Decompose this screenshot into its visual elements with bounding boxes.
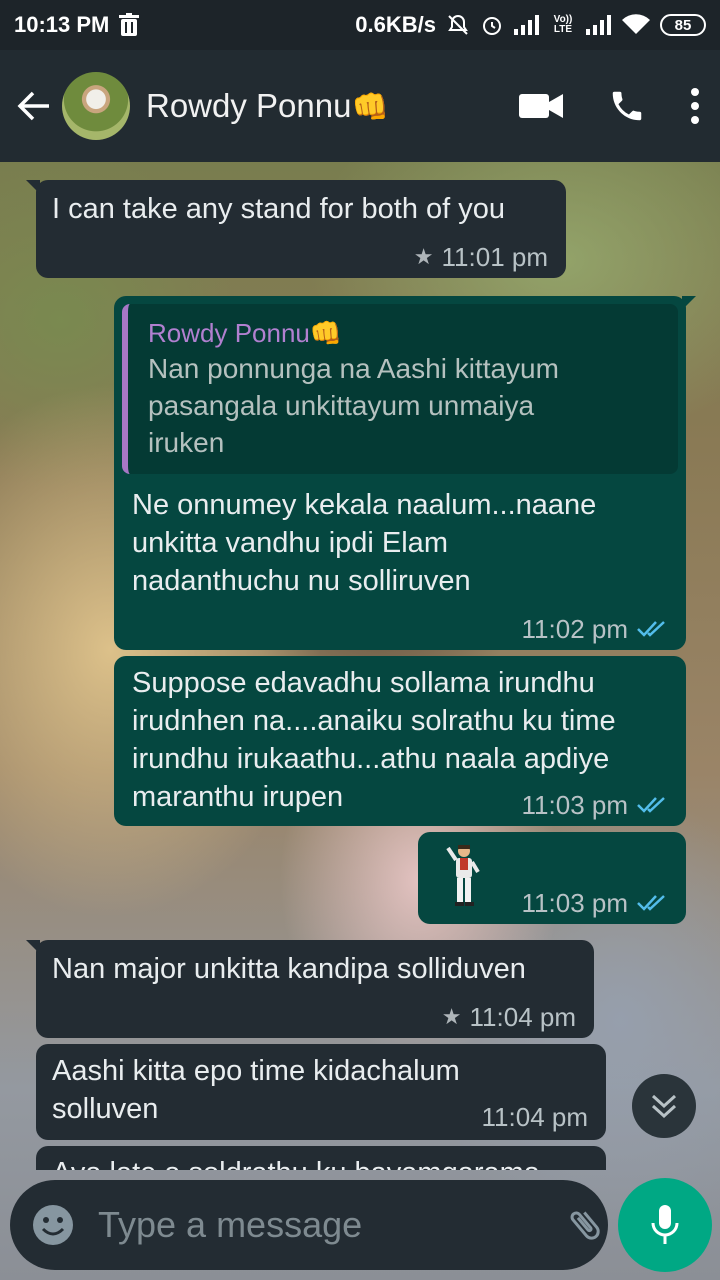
quoted-message[interactable]: Rowdy Ponnu👊 Nan ponnunga na Aashi kitta…: [122, 304, 678, 474]
message-time: 11:01 pm: [441, 242, 548, 272]
message-line: Suppose edavadhu sollama irundhu: [132, 667, 595, 699]
more-vert-icon: [691, 88, 699, 124]
voice-record-button[interactable]: [618, 1178, 712, 1272]
status-time: 10:13 PM: [14, 12, 110, 37]
phone-icon: [612, 91, 642, 121]
network-speed: 0.6KB/s: [355, 12, 436, 37]
battery-indicator: 85: [660, 14, 706, 36]
dancing-man-sticker: [446, 842, 482, 918]
back-button[interactable]: [14, 86, 54, 126]
back-arrow-icon: [17, 91, 49, 121]
message-input[interactable]: [96, 1203, 565, 1247]
chat-header: Rowdy Ponnu👊: [0, 50, 720, 162]
signal-2-icon: [586, 15, 612, 35]
message-outgoing[interactable]: Suppose edavadhu sollama irundhu irudnhe…: [114, 656, 686, 826]
contact-emoji: 👊: [351, 91, 389, 124]
attach-icon[interactable]: [565, 1197, 605, 1253]
scroll-to-bottom-button[interactable]: [632, 1074, 696, 1138]
emoji-icon[interactable]: [32, 1197, 74, 1253]
contact-name-text: Rowdy Ponnu: [146, 87, 352, 124]
message-time: 11:04 pm: [469, 1002, 576, 1032]
message-time: 11:02 pm: [521, 614, 628, 644]
message-incoming[interactable]: I can take any stand for both of you ★ 1…: [26, 180, 566, 278]
quote-line: iruken: [148, 427, 225, 458]
message-outgoing-sticker[interactable]: 11:03 pm: [418, 832, 686, 924]
star-icon: ★: [441, 1004, 462, 1029]
mute-icon: [446, 13, 470, 37]
signal-icon: [514, 15, 540, 35]
alarm-icon: [480, 13, 504, 37]
contact-name[interactable]: Rowdy Ponnu👊: [146, 87, 389, 125]
video-camera-icon: [519, 94, 563, 118]
message-line: Ne onnumey kekala naalum...naane: [132, 489, 597, 521]
microphone-icon: [651, 1205, 679, 1244]
wifi-icon: [622, 14, 650, 36]
double-chevron-down-icon: [651, 1094, 677, 1119]
message-incoming[interactable]: Nan major unkitta kandipa solliduven ★ 1…: [26, 940, 594, 1038]
video-call-button[interactable]: [498, 76, 584, 136]
message-line: irundhu irukaathu...athu naala apdiye: [132, 743, 610, 775]
message-line: irudnhen na....anaiku solrathu ku time: [132, 705, 616, 737]
volte-badge: Vo)) LTE: [553, 14, 573, 35]
message-time: 11:03 pm: [521, 790, 628, 820]
quote-author: Rowdy Ponnu👊: [148, 318, 343, 348]
quote-line: pasangala unkittayum unmaiya: [148, 390, 535, 421]
quote-line: Nan ponnunga na Aashi kittayum: [148, 353, 559, 384]
voice-call-button[interactable]: [584, 76, 670, 136]
message-composer: [10, 1180, 658, 1270]
message-time: 11:03 pm: [521, 888, 628, 918]
message-time: 11:04 pm: [481, 1102, 588, 1132]
message-line: solluven: [52, 1093, 159, 1125]
double-check-icon: [636, 893, 668, 913]
message-text: Ava late a soldrathu ku bayamgarama: [52, 1154, 540, 1170]
message-text: I can take any stand for both of you: [52, 193, 506, 225]
message-line: Aashi kitta epo time kidachalum: [52, 1055, 460, 1087]
avatar[interactable]: [62, 72, 130, 140]
message-incoming-partial[interactable]: Ava late a soldrathu ku bayamgarama: [36, 1146, 606, 1170]
trash-icon: [119, 13, 140, 37]
status-bar: 10:13 PM 0.6KB/s Vo)) LTE 85: [0, 0, 720, 50]
more-options-button[interactable]: [670, 76, 720, 136]
message-incoming[interactable]: Aashi kitta epo time kidachalum solluven…: [36, 1044, 606, 1140]
double-check-icon: [636, 795, 668, 815]
double-check-icon: [636, 619, 668, 639]
message-outgoing-reply[interactable]: Rowdy Ponnu👊 Nan ponnunga na Aashi kitta…: [114, 296, 696, 650]
message-text: Nan major unkitta kandipa solliduven: [52, 953, 526, 985]
message-line: nadanthuchu nu solliruven: [132, 565, 471, 597]
star-icon: ★: [413, 244, 434, 269]
message-line: unkitta vandhu ipdi Elam: [132, 527, 448, 559]
